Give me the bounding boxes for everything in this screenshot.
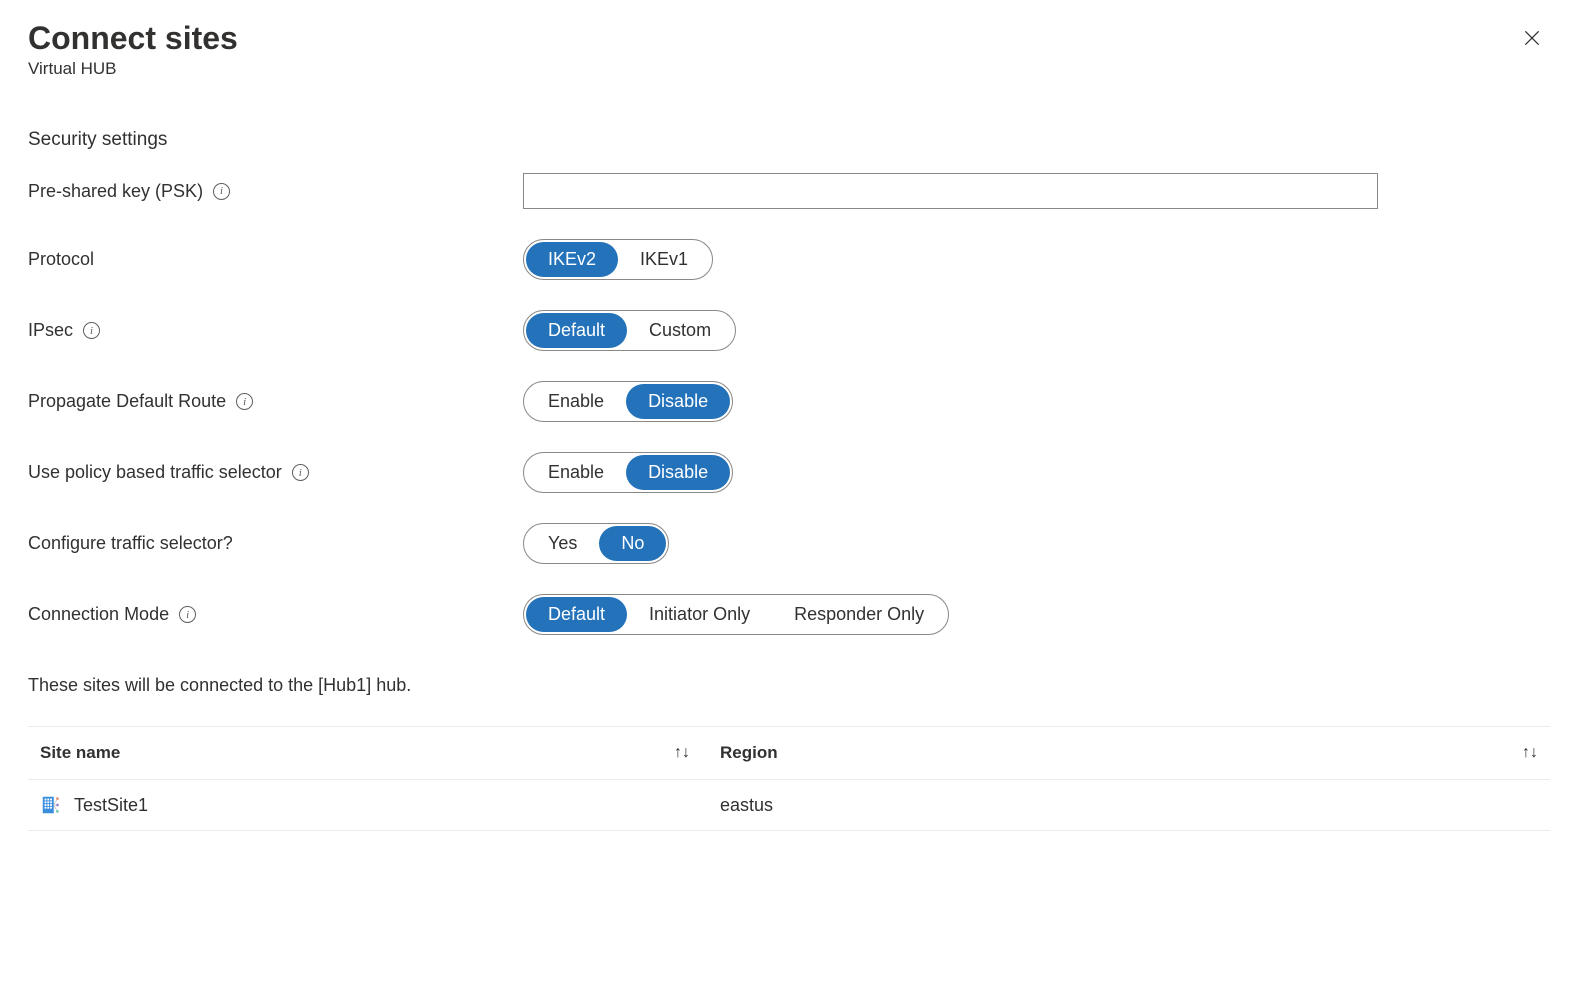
close-button[interactable] <box>1514 20 1550 61</box>
connection-mode-label: Connection Mode <box>28 604 169 625</box>
info-icon[interactable]: i <box>236 393 253 410</box>
ipsec-label: IPsec <box>28 320 73 341</box>
cm-option-default[interactable]: Default <box>526 597 627 632</box>
cts-option-yes[interactable]: Yes <box>526 526 599 561</box>
info-icon[interactable]: i <box>179 606 196 623</box>
cm-option-responder[interactable]: Responder Only <box>772 597 946 632</box>
info-icon[interactable]: i <box>292 464 309 481</box>
info-icon[interactable]: i <box>213 183 230 200</box>
upb-option-enable[interactable]: Enable <box>526 455 626 490</box>
configure-traffic-selector-label: Configure traffic selector? <box>28 533 233 554</box>
title-block: Connect sites Virtual HUB <box>28 20 238 79</box>
protocol-toggle: IKEv2 IKEv1 <box>523 239 713 280</box>
configure-traffic-selector-toggle: Yes No <box>523 523 669 564</box>
use-policy-based-toggle: Enable Disable <box>523 452 733 493</box>
sites-table: Site name ↑↓ Region ↑↓ TestSite1 <box>28 726 1550 831</box>
connection-mode-toggle: Default Initiator Only Responder Only <box>523 594 949 635</box>
psk-label: Pre-shared key (PSK) <box>28 181 203 202</box>
th-region[interactable]: Region ↑↓ <box>720 743 1538 763</box>
hub-info-text: These sites will be connected to the [Hu… <box>28 675 1550 696</box>
row-ipsec: IPsec i Default Custom <box>28 310 1550 351</box>
psk-input[interactable] <box>523 173 1378 209</box>
close-icon <box>1522 28 1542 48</box>
cm-option-initiator[interactable]: Initiator Only <box>627 597 772 632</box>
protocol-option-ikev1[interactable]: IKEv1 <box>618 242 710 277</box>
security-settings-section: Security settings Pre-shared key (PSK) i… <box>28 129 1550 635</box>
info-icon[interactable]: i <box>83 322 100 339</box>
ipsec-toggle: Default Custom <box>523 310 736 351</box>
table-header: Site name ↑↓ Region ↑↓ <box>28 727 1550 780</box>
protocol-label: Protocol <box>28 249 94 270</box>
ipsec-option-custom[interactable]: Custom <box>627 313 733 348</box>
sort-icon: ↑↓ <box>674 744 690 762</box>
cts-option-no[interactable]: No <box>599 526 666 561</box>
table-row[interactable]: TestSite1 eastus <box>28 780 1550 830</box>
page-header: Connect sites Virtual HUB <box>28 20 1550 79</box>
row-configure-traffic-selector: Configure traffic selector? Yes No <box>28 523 1550 564</box>
td-site-name: TestSite1 <box>40 794 720 816</box>
upb-option-disable[interactable]: Disable <box>626 455 730 490</box>
row-connection-mode: Connection Mode i Default Initiator Only… <box>28 594 1550 635</box>
pdr-option-enable[interactable]: Enable <box>526 384 626 419</box>
propagate-default-route-toggle: Enable Disable <box>523 381 733 422</box>
row-use-policy-based-traffic-selector: Use policy based traffic selector i Enab… <box>28 452 1550 493</box>
row-psk: Pre-shared key (PSK) i <box>28 173 1550 209</box>
th-site-name-label: Site name <box>40 743 120 763</box>
th-site-name[interactable]: Site name ↑↓ <box>40 743 720 763</box>
section-title: Security settings <box>28 129 1550 151</box>
building-icon <box>40 794 62 816</box>
protocol-option-ikev2[interactable]: IKEv2 <box>526 242 618 277</box>
sort-icon: ↑↓ <box>1522 744 1538 762</box>
row-protocol: Protocol IKEv2 IKEv1 <box>28 239 1550 280</box>
use-policy-based-label: Use policy based traffic selector <box>28 462 282 483</box>
page-title: Connect sites <box>28 20 238 57</box>
th-region-label: Region <box>720 743 778 763</box>
row-propagate-default-route: Propagate Default Route i Enable Disable <box>28 381 1550 422</box>
page-subtitle: Virtual HUB <box>28 59 238 79</box>
pdr-option-disable[interactable]: Disable <box>626 384 730 419</box>
ipsec-option-default[interactable]: Default <box>526 313 627 348</box>
site-name-value: TestSite1 <box>74 795 148 816</box>
td-region: eastus <box>720 795 1538 816</box>
propagate-default-route-label: Propagate Default Route <box>28 391 226 412</box>
